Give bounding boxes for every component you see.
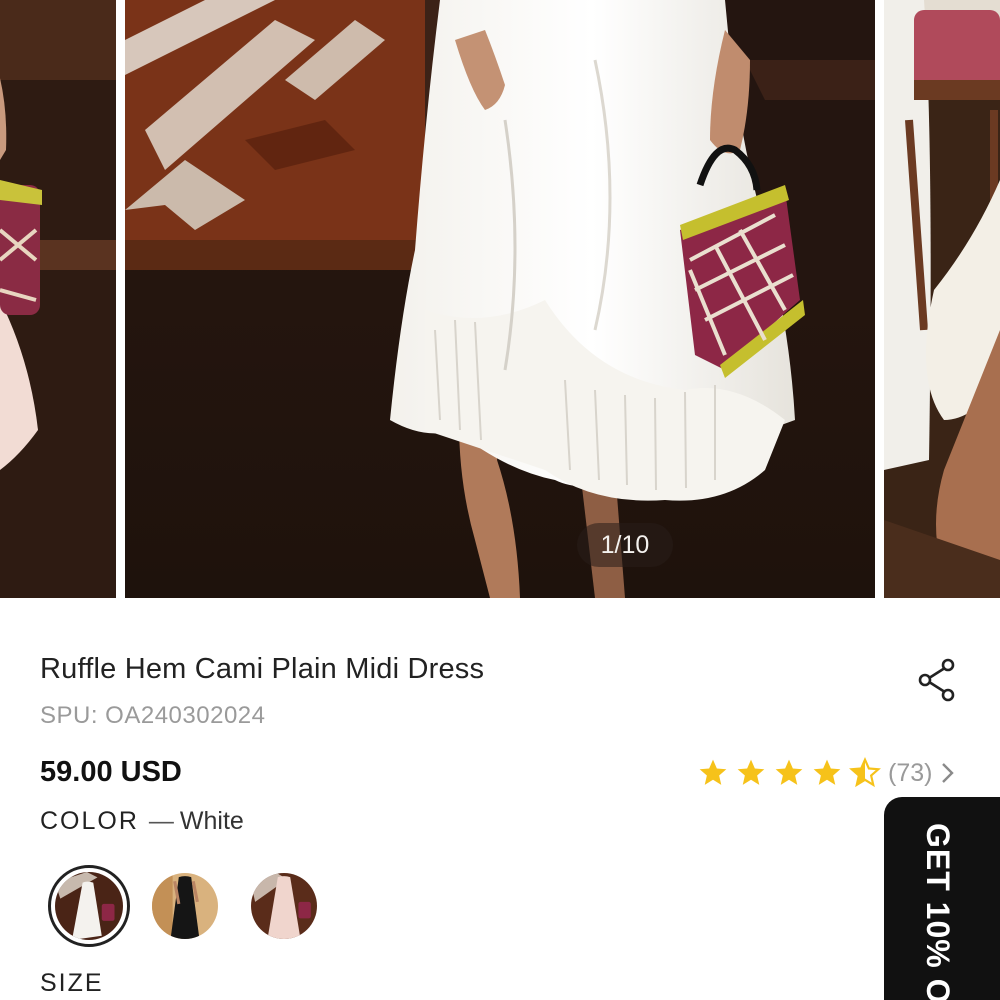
rating-summary[interactable]: (73): [696, 756, 956, 790]
image-counter: 1/10: [577, 523, 673, 567]
product-spu: SPU: OA240302024: [40, 702, 266, 729]
swatch-white-thumbnail: [55, 872, 123, 940]
star-icon: [737, 759, 765, 785]
product-photo-pink: [0, 0, 116, 598]
share-icon: [918, 658, 955, 702]
swatch-white[interactable]: [48, 865, 130, 947]
swatch-black-thumbnail: [152, 873, 218, 939]
promo-discount-tab[interactable]: GET 10% O: [884, 797, 1000, 1000]
color-label: COLOR: [40, 807, 139, 835]
carousel-slide-next[interactable]: [884, 0, 1000, 598]
image-carousel[interactable]: 1/10: [0, 0, 1000, 598]
product-photo-white-alt: [884, 0, 1000, 598]
swatch-pink-thumbnail: [251, 873, 317, 939]
color-selection-label: COLOR — White: [40, 807, 244, 836]
star-icon: [813, 759, 841, 785]
color-value: White: [179, 807, 244, 835]
star-icon: [699, 759, 727, 785]
share-button[interactable]: [915, 657, 959, 703]
product-price: 59.00 USD: [40, 756, 182, 788]
review-count[interactable]: (73): [888, 759, 932, 788]
carousel-slide-current[interactable]: 1/10: [125, 0, 875, 598]
product-photo-white-dress: [125, 0, 875, 598]
color-separator: —: [148, 807, 174, 835]
star-icon: [775, 759, 803, 785]
carousel-slide-previous[interactable]: [0, 0, 116, 598]
star-half-icon: [849, 757, 881, 788]
rating-stars: [696, 757, 882, 789]
swatch-black[interactable]: [152, 873, 218, 939]
size-label: SIZE: [40, 969, 104, 997]
product-title: Ruffle Hem Cami Plain Midi Dress: [40, 653, 485, 685]
promo-label: GET 10% O: [920, 823, 956, 1000]
chevron-right-icon: [942, 763, 955, 783]
swatch-pink[interactable]: [251, 873, 317, 939]
